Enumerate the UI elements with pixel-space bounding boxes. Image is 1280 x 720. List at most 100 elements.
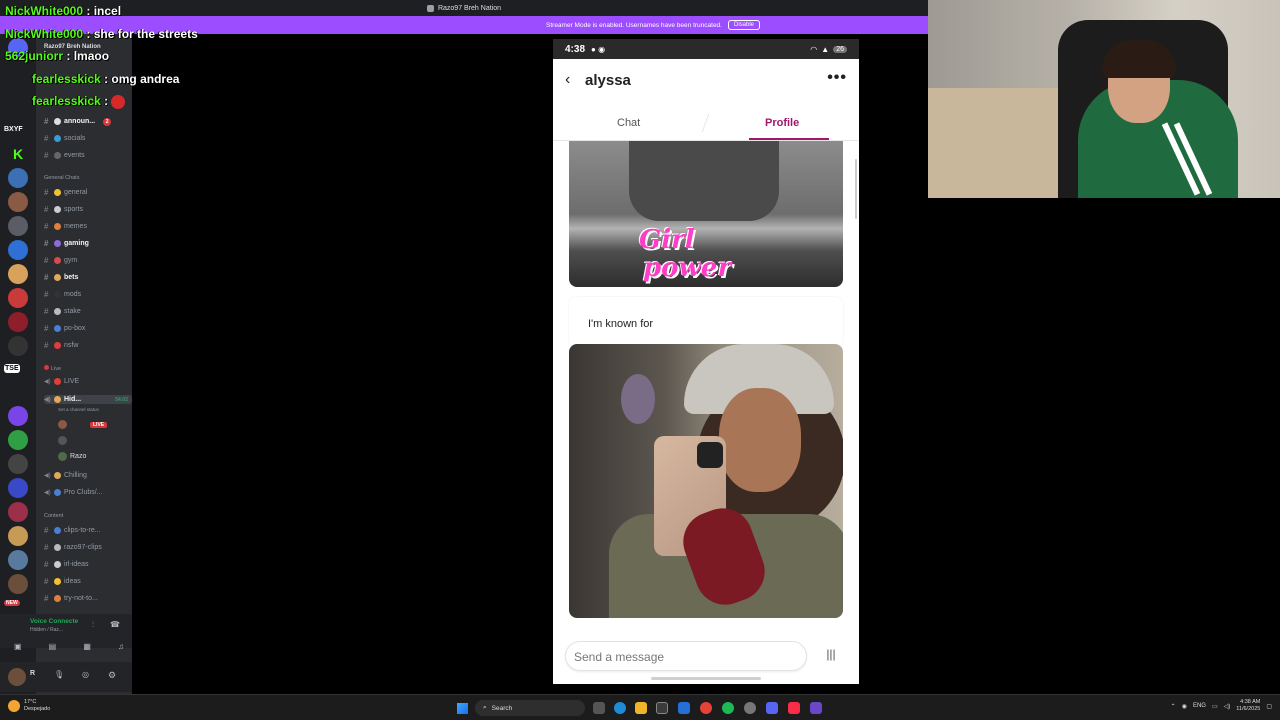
server-label-tse[interactable]: TSE: [4, 364, 20, 373]
photo-subject: [629, 141, 779, 221]
channel-stake[interactable]: # stake: [44, 307, 81, 316]
task-view-icon[interactable]: [593, 702, 605, 714]
music-icon[interactable]: [788, 702, 800, 714]
file-explorer-icon[interactable]: [635, 702, 647, 714]
channel-announcements[interactable]: # announ... 2: [44, 117, 112, 126]
network-icon[interactable]: ▭: [1212, 703, 1218, 710]
notifications-icon[interactable]: ▢: [1266, 703, 1272, 710]
channel-irl-ideas[interactable]: # irl-ideas: [44, 560, 89, 569]
channel-try-not-to[interactable]: # try-not-to...: [44, 594, 98, 603]
channel-gaming[interactable]: # gaming: [44, 239, 89, 248]
edge-icon[interactable]: [614, 702, 626, 714]
server-icon[interactable]: [8, 430, 28, 450]
channel-mods[interactable]: # mods: [44, 290, 81, 299]
voice-user-razo[interactable]: Razo: [58, 452, 86, 461]
server-icon[interactable]: [8, 240, 28, 260]
server-icon[interactable]: [8, 574, 28, 594]
chrome-icon[interactable]: [700, 702, 712, 714]
taskbar-clock[interactable]: 4:38 AM 11/6/2025: [1236, 699, 1260, 713]
tray-icon[interactable]: ◉: [1182, 703, 1187, 710]
username[interactable]: R: [30, 670, 35, 677]
channel-nsfw[interactable]: # nsfw: [44, 341, 78, 350]
category-live[interactable]: Live: [44, 365, 61, 372]
voice-user[interactable]: LIVE: [58, 420, 108, 429]
back-arrow-icon[interactable]: ‹: [565, 71, 570, 89]
channel-razo97-clips[interactable]: # razo97-clips: [44, 543, 102, 552]
message-input[interactable]: [574, 648, 794, 666]
category-general-chats[interactable]: General Chats: [44, 175, 79, 181]
server-label-bxyf[interactable]: BXYF: [4, 126, 23, 133]
volume-icon[interactable]: ◁): [1224, 703, 1231, 710]
new-badge: NEW: [4, 600, 20, 606]
server-icon[interactable]: [8, 192, 28, 212]
channel-bets[interactable]: # bets: [44, 273, 78, 282]
kick-server-icon[interactable]: K: [8, 144, 28, 164]
server-icon[interactable]: [8, 454, 28, 474]
channel-gym[interactable]: # gym: [44, 256, 77, 265]
channel-events[interactable]: # events: [44, 151, 85, 160]
window-title: Razo97 Breh Nation: [437, 4, 502, 12]
channel-status[interactable]: Set a channel status: [58, 407, 99, 412]
scrollbar[interactable]: [855, 159, 857, 219]
weather-widget[interactable]: 17°C Despejado: [8, 699, 50, 713]
photo-background: [621, 374, 655, 424]
mail-icon[interactable]: [678, 702, 690, 714]
windows-taskbar: 17°C Despejado ⌕ Search ⌃ ◉ ENG ▭ ◁) 4:38…: [0, 694, 1280, 720]
language-indicator[interactable]: ENG: [1193, 703, 1206, 709]
server-icon[interactable]: [8, 264, 28, 284]
voice-channel-pro-clubs[interactable]: ◀) Pro Clubs/...: [44, 489, 103, 496]
voice-connected-channel[interactable]: Hidden / Raz...: [30, 627, 63, 633]
steam-icon[interactable]: [744, 702, 756, 714]
tab-profile[interactable]: Profile: [765, 117, 799, 129]
disable-streamer-mode-button[interactable]: Disable: [727, 20, 760, 30]
prompt-label: I'm known for: [588, 318, 654, 330]
noise-suppression-icon[interactable]: ⫶: [92, 620, 94, 630]
server-icon[interactable]: [8, 478, 28, 498]
server-icon[interactable]: [8, 216, 28, 236]
photo-sticker-text: Girl: [639, 225, 695, 255]
category-content[interactable]: Content: [44, 513, 63, 519]
soundboard-icon[interactable]: ♫: [118, 642, 124, 656]
disconnect-icon[interactable]: ☎: [110, 620, 120, 629]
server-icon[interactable]: [8, 336, 28, 356]
channel-po-box[interactable]: # po-box: [44, 324, 85, 333]
screen-share-icon[interactable]: ▤: [49, 642, 57, 656]
deafen-icon[interactable]: ◎: [82, 670, 89, 679]
server-icon[interactable]: [8, 168, 28, 188]
search-label: Search: [491, 704, 513, 712]
profile-photo[interactable]: [569, 344, 843, 618]
server-icon[interactable]: [8, 502, 28, 522]
server-icon[interactable]: [8, 550, 28, 570]
channel-sports[interactable]: # sports: [44, 205, 83, 214]
tab-chat[interactable]: Chat: [617, 117, 640, 129]
server-icon[interactable]: [8, 312, 28, 332]
avatar[interactable]: [8, 668, 26, 686]
profile-photo[interactable]: Girl power: [569, 141, 843, 287]
server-icon[interactable]: [8, 406, 28, 426]
voice-channel-hidden[interactable]: ◀) Hid... 54:02: [44, 395, 132, 404]
channel-general[interactable]: # general: [44, 188, 87, 197]
channel-socials[interactable]: # socials: [44, 134, 85, 143]
channel-ideas[interactable]: # ideas: [44, 577, 81, 586]
spotify-icon[interactable]: [722, 702, 734, 714]
server-icon[interactable]: [8, 288, 28, 308]
voice-message-icon[interactable]: |||: [821, 647, 841, 667]
activities-icon[interactable]: ▦: [83, 642, 91, 656]
tray-chevron-icon[interactable]: ⌃: [1171, 703, 1176, 710]
channel-clips-to-react[interactable]: # clips-to-re...: [44, 526, 101, 535]
voice-user[interactable]: [58, 436, 70, 445]
voice-channel-chilling[interactable]: ◀) Chilling: [44, 472, 87, 479]
camera-icon[interactable]: ▣: [14, 642, 22, 656]
contact-name: alyssa: [585, 72, 631, 89]
taskbar-search[interactable]: ⌕ Search: [475, 700, 585, 716]
store-icon[interactable]: [656, 702, 668, 714]
server-icon[interactable]: [8, 526, 28, 546]
channel-memes[interactable]: # memes: [44, 222, 87, 231]
settings-gear-icon[interactable]: ⚙: [108, 670, 116, 681]
mute-icon[interactable]: 🎙: [54, 670, 64, 679]
more-options-icon[interactable]: •••: [827, 69, 847, 87]
discord-icon[interactable]: [766, 702, 778, 714]
windows-start-icon[interactable]: [457, 703, 468, 714]
voice-channel-live[interactable]: ◀) LIVE: [44, 378, 79, 385]
app-icon[interactable]: [810, 702, 822, 714]
